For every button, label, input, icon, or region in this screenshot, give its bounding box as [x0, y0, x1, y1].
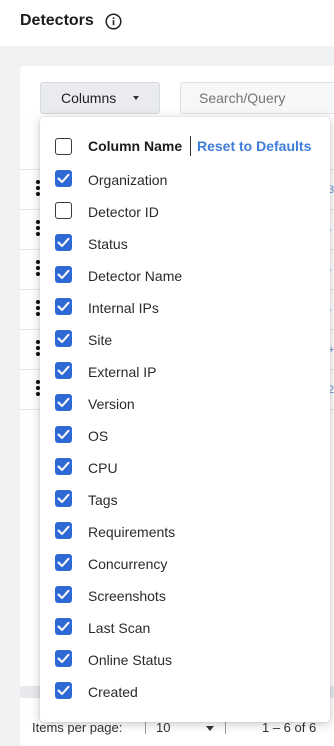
checkbox-unchecked-icon[interactable] [55, 202, 72, 219]
column-option[interactable]: Detector ID [40, 197, 330, 225]
select-all-checkbox[interactable] [55, 138, 72, 155]
column-option[interactable]: Detector Name [40, 261, 330, 289]
column-option-label: Online Status [88, 652, 173, 668]
columns-button[interactable]: Columns [40, 82, 160, 114]
column-name-label: Column Name [88, 138, 183, 154]
column-option-label: Status [88, 236, 128, 252]
column-option[interactable]: Concurrency [40, 549, 330, 577]
column-option-label: Last Scan [88, 620, 151, 636]
checkbox-checked-icon[interactable] [55, 650, 72, 667]
column-option-label: Created [88, 684, 138, 700]
column-option[interactable]: Requirements [40, 517, 330, 545]
column-option[interactable]: Online Status [40, 645, 330, 673]
column-option-label: Concurrency [88, 556, 168, 572]
page-size-select[interactable]: 10 [156, 720, 170, 735]
reset-to-defaults-link[interactable]: Reset to Defaults [197, 138, 311, 154]
column-option-label: External IP [88, 364, 157, 380]
column-option-label: Screenshots [88, 588, 166, 604]
caret-down-icon [133, 96, 139, 100]
column-option[interactable]: Status [40, 229, 330, 257]
top-header: Detectors [0, 0, 334, 46]
column-option-label: Version [88, 396, 135, 412]
column-option[interactable]: External IP [40, 357, 330, 385]
page-title: Detectors [20, 12, 94, 29]
page-range-label: 1 – 6 of 6 [262, 720, 317, 735]
column-option[interactable]: Organization [40, 165, 330, 193]
info-circle-icon[interactable] [105, 13, 122, 30]
checkbox-checked-icon[interactable] [55, 234, 72, 251]
checkbox-checked-icon[interactable] [55, 362, 72, 379]
checkbox-checked-icon[interactable] [55, 266, 72, 283]
checkbox-checked-icon[interactable] [55, 298, 72, 315]
columns-button-label: Columns [61, 90, 117, 106]
column-option-label: Internal IPs [88, 300, 159, 316]
column-chooser-menu: Column Name Reset to Defaults Organizati… [40, 117, 330, 722]
checkbox-checked-icon[interactable] [55, 394, 72, 411]
column-option[interactable]: Internal IPs [40, 293, 330, 321]
checkbox-checked-icon[interactable] [55, 490, 72, 507]
column-option[interactable]: Site [40, 325, 330, 353]
column-option[interactable]: OS [40, 421, 330, 449]
column-option[interactable]: Version [40, 389, 330, 417]
checkbox-checked-icon[interactable] [55, 618, 72, 635]
checkbox-checked-icon[interactable] [55, 586, 72, 603]
column-option-label: CPU [88, 460, 118, 476]
chevron-down-icon[interactable] [206, 726, 214, 731]
column-option-label: Tags [88, 492, 118, 508]
column-option[interactable]: Last Scan [40, 613, 330, 641]
column-menu-header: Column Name Reset to Defaults [40, 130, 330, 162]
items-per-page-label: Items per page: [32, 720, 123, 735]
checkbox-checked-icon[interactable] [55, 682, 72, 699]
column-option-label: Organization [88, 172, 168, 188]
column-option-label: Detector Name [88, 268, 183, 284]
checkbox-checked-icon[interactable] [55, 522, 72, 539]
column-option-label: OS [88, 428, 109, 444]
checkbox-checked-icon[interactable] [55, 458, 72, 475]
checkbox-checked-icon[interactable] [55, 426, 72, 443]
column-option-label: Detector ID [88, 204, 159, 220]
divider [190, 136, 191, 156]
column-option[interactable]: Tags [40, 485, 330, 513]
checkbox-checked-icon[interactable] [55, 170, 72, 187]
search-input[interactable] [180, 82, 334, 114]
column-option[interactable]: CPU [40, 453, 330, 481]
column-option[interactable]: Created [40, 677, 330, 705]
checkbox-checked-icon[interactable] [55, 330, 72, 347]
column-option[interactable]: Screenshots [40, 581, 330, 609]
column-option-label: Site [88, 332, 113, 348]
checkbox-checked-icon[interactable] [55, 554, 72, 571]
column-option-label: Requirements [88, 524, 176, 540]
